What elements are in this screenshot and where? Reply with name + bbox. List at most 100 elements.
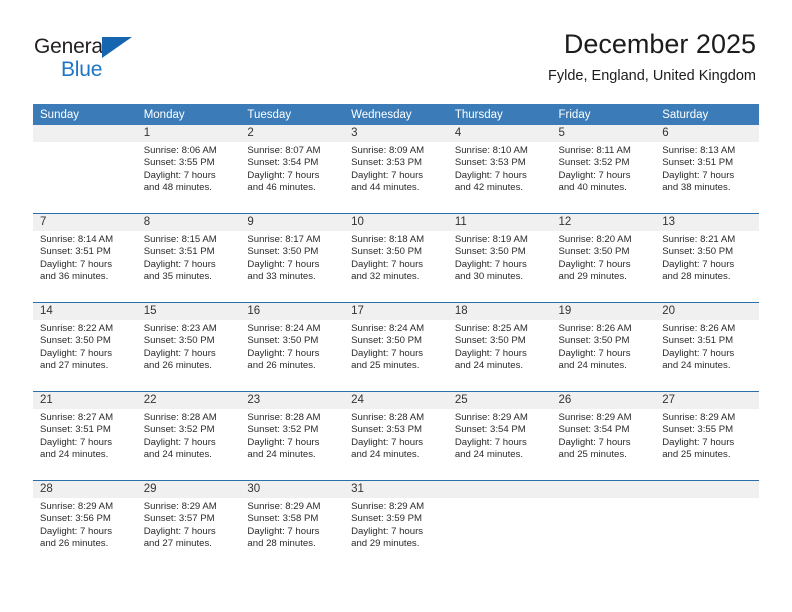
daylight-duration-line2: and 42 minutes. <box>454 181 524 193</box>
sunrise-time: Sunrise: 8:18 AM <box>351 234 425 245</box>
daylight-duration-line1: Daylight: 7 hours <box>351 525 424 537</box>
calendar-cell: 29 Sunrise: 8:29 AM Sunset: 3:57 PM Dayligh… <box>136 480 241 569</box>
calendar-cell: 7 Sunrise: 8:14 AM Sunset: 3:51 PM Daylight… <box>33 213 137 303</box>
day-cell[interactable]: 22 Sunrise: 8:28 AM Sunset: 3:52 PM Dayligh… <box>136 392 241 480</box>
daylight-duration-line1: Daylight: 7 hours <box>558 169 631 181</box>
day-cell[interactable]: 18 Sunrise: 8:25 AM Sunset: 3:50 PM Dayligh… <box>447 303 552 391</box>
calendar-cell: 25 Sunrise: 8:29 AM Sunset: 3:54 PM Dayligh… <box>447 391 552 481</box>
sunset-time: Sunset: 3:50 PM <box>662 246 734 258</box>
day-cell[interactable]: 13 Sunrise: 8:21 AM Sunset: 3:50 PM Dayligh… <box>655 214 759 302</box>
day-number: 18 <box>447 303 552 320</box>
calendar-cell: 21 Sunrise: 8:27 AM Sunset: 3:51 PM Dayligh… <box>33 391 137 481</box>
daylight-duration-line2: and 38 minutes. <box>662 181 731 193</box>
daylight-duration-line2: and 25 minutes. <box>351 359 420 371</box>
daylight-duration-line2: and 24 minutes. <box>558 359 627 371</box>
day-cell[interactable]: 14 Sunrise: 8:22 AM Sunset: 3:50 PM Dayligh… <box>33 303 137 391</box>
sunrise-time: Sunrise: 8:11 AM <box>558 145 631 156</box>
sunset-time: Sunset: 3:51 PM <box>662 335 734 347</box>
day-cell[interactable]: 4 Sunrise: 8:10 AM Sunset: 3:53 PM Daylight… <box>447 125 552 213</box>
logo-top-row: General <box>34 34 164 59</box>
daylight-duration-line1: Daylight: 7 hours <box>143 169 216 181</box>
calendar-cell: 8 Sunrise: 8:15 AM Sunset: 3:51 PM Daylight… <box>136 213 241 303</box>
day-details: Sunrise: 8:20 AM Sunset: 3:50 PM Daylight:… <box>552 231 656 283</box>
day-details <box>655 498 759 501</box>
day-cell[interactable]: 3 Sunrise: 8:09 AM Sunset: 3:53 PM Daylight… <box>344 125 448 213</box>
weekday-header-saturday: Saturday <box>655 104 759 125</box>
day-cell[interactable]: 27 Sunrise: 8:29 AM Sunset: 3:55 PM Dayligh… <box>655 392 759 480</box>
day-details: Sunrise: 8:28 AM Sunset: 3:52 PM Daylight:… <box>137 409 241 461</box>
calendar-cell: 13 Sunrise: 8:21 AM Sunset: 3:50 PM Dayligh… <box>655 213 759 303</box>
daylight-duration-line1: Daylight: 7 hours <box>454 258 527 270</box>
day-details <box>448 498 552 501</box>
day-number: 29 <box>136 481 241 498</box>
day-cell[interactable]: 21 Sunrise: 8:27 AM Sunset: 3:51 PM Dayligh… <box>33 392 137 480</box>
day-details: Sunrise: 8:19 AM Sunset: 3:50 PM Daylight:… <box>448 231 552 283</box>
day-details: Sunrise: 8:15 AM Sunset: 3:51 PM Daylight:… <box>137 231 241 283</box>
day-number: 24 <box>344 392 448 409</box>
day-cell[interactable]: 31 Sunrise: 8:29 AM Sunset: 3:59 PM Dayligh… <box>344 481 448 569</box>
sunset-time: Sunset: 3:52 PM <box>247 424 319 436</box>
sunrise-time: Sunrise: 8:28 AM <box>143 412 217 423</box>
calendar-cell: 2 Sunrise: 8:07 AM Sunset: 3:54 PM Daylight… <box>240 125 345 214</box>
day-details: Sunrise: 8:24 AM Sunset: 3:50 PM Daylight:… <box>240 320 344 372</box>
day-cell[interactable]: 30 Sunrise: 8:29 AM Sunset: 3:58 PM Dayligh… <box>240 481 345 569</box>
day-cell[interactable]: 26 Sunrise: 8:29 AM Sunset: 3:54 PM Dayligh… <box>551 392 656 480</box>
day-cell[interactable]: 20 Sunrise: 8:26 AM Sunset: 3:51 PM Dayligh… <box>655 303 759 391</box>
day-details: Sunrise: 8:13 AM Sunset: 3:51 PM Daylight:… <box>655 142 759 194</box>
day-cell[interactable]: 19 Sunrise: 8:26 AM Sunset: 3:50 PM Dayligh… <box>551 303 656 391</box>
calendar-cell: 28 Sunrise: 8:29 AM Sunset: 3:56 PM Dayligh… <box>33 480 137 569</box>
sunrise-time: Sunrise: 8:24 AM <box>247 323 321 334</box>
daylight-duration-line1: Daylight: 7 hours <box>143 258 216 270</box>
sunset-time: Sunset: 3:53 PM <box>351 157 423 169</box>
day-cell[interactable]: 29 Sunrise: 8:29 AM Sunset: 3:57 PM Dayligh… <box>136 481 241 569</box>
day-details: Sunrise: 8:29 AM Sunset: 3:55 PM Daylight:… <box>655 409 759 461</box>
day-cell[interactable]: 7 Sunrise: 8:14 AM Sunset: 3:51 PM Daylight… <box>33 214 137 302</box>
daylight-duration-line1: Daylight: 7 hours <box>662 258 735 270</box>
daylight-duration-line1: Daylight: 7 hours <box>662 169 735 181</box>
day-cell[interactable]: 17 Sunrise: 8:24 AM Sunset: 3:50 PM Dayligh… <box>344 303 448 391</box>
daylight-duration-line1: Daylight: 7 hours <box>143 347 216 359</box>
sunrise-time: Sunrise: 8:29 AM <box>247 501 321 512</box>
daylight-duration-line2: and 26 minutes. <box>40 537 109 549</box>
day-number: 22 <box>136 392 241 409</box>
day-details <box>552 498 656 501</box>
day-cell[interactable]: 16 Sunrise: 8:24 AM Sunset: 3:50 PM Dayligh… <box>240 303 345 391</box>
day-details: Sunrise: 8:29 AM Sunset: 3:57 PM Daylight:… <box>137 498 241 550</box>
day-number: 28 <box>33 481 137 498</box>
day-cell[interactable]: 6 Sunrise: 8:13 AM Sunset: 3:51 PM Daylight… <box>655 125 759 213</box>
daylight-duration-line2: and 26 minutes. <box>247 359 316 371</box>
calendar-week-row: 21 Sunrise: 8:27 AM Sunset: 3:51 PM Dayligh… <box>33 391 759 481</box>
daylight-duration-line1: Daylight: 7 hours <box>247 436 320 448</box>
sunrise-time: Sunrise: 8:29 AM <box>351 501 425 512</box>
daylight-duration-line2: and 26 minutes. <box>143 359 212 371</box>
day-cell[interactable]: 25 Sunrise: 8:29 AM Sunset: 3:54 PM Dayligh… <box>447 392 552 480</box>
day-cell[interactable]: 24 Sunrise: 8:28 AM Sunset: 3:53 PM Dayligh… <box>344 392 448 480</box>
day-cell[interactable]: 5 Sunrise: 8:11 AM Sunset: 3:52 PM Daylight… <box>551 125 656 213</box>
sunrise-time: Sunrise: 8:22 AM <box>40 323 114 334</box>
day-cell[interactable]: 23 Sunrise: 8:28 AM Sunset: 3:52 PM Dayligh… <box>240 392 345 480</box>
day-cell[interactable]: 28 Sunrise: 8:29 AM Sunset: 3:56 PM Dayligh… <box>33 481 137 569</box>
day-cell[interactable]: 9 Sunrise: 8:17 AM Sunset: 3:50 PM Daylight… <box>240 214 345 302</box>
calendar-table: Sunday Monday Tuesday Wednesday Thursday… <box>33 104 759 569</box>
day-number: 12 <box>551 214 656 231</box>
page-header: General Blue December 2025 Fylde, Englan… <box>0 0 792 100</box>
day-cell[interactable]: 1 Sunrise: 8:06 AM Sunset: 3:55 PM Daylight… <box>136 125 241 213</box>
calendar-cell: 12 Sunrise: 8:20 AM Sunset: 3:50 PM Dayligh… <box>551 213 656 303</box>
calendar-cell: 11 Sunrise: 8:19 AM Sunset: 3:50 PM Dayligh… <box>447 213 552 303</box>
sunset-time: Sunset: 3:50 PM <box>454 246 526 258</box>
day-cell[interactable]: 11 Sunrise: 8:19 AM Sunset: 3:50 PM Dayligh… <box>447 214 552 302</box>
day-cell[interactable]: 12 Sunrise: 8:20 AM Sunset: 3:50 PM Dayligh… <box>551 214 656 302</box>
daylight-duration-line2: and 24 minutes. <box>351 448 420 460</box>
daylight-duration-line2: and 24 minutes. <box>662 359 731 371</box>
day-cell[interactable]: 2 Sunrise: 8:07 AM Sunset: 3:54 PM Daylight… <box>240 125 345 213</box>
calendar-cell <box>447 480 552 569</box>
sunset-time: Sunset: 3:59 PM <box>351 513 423 525</box>
day-cell[interactable]: 10 Sunrise: 8:18 AM Sunset: 3:50 PM Dayligh… <box>344 214 448 302</box>
day-cell[interactable]: 8 Sunrise: 8:15 AM Sunset: 3:51 PM Daylight… <box>136 214 241 302</box>
day-cell[interactable]: 15 Sunrise: 8:23 AM Sunset: 3:50 PM Dayligh… <box>136 303 241 391</box>
daylight-duration-line1: Daylight: 7 hours <box>351 347 424 359</box>
page-title: December 2025 <box>563 29 756 59</box>
sunset-time: Sunset: 3:50 PM <box>351 246 423 258</box>
day-cell-empty <box>551 481 656 569</box>
calendar-week-row: 28 Sunrise: 8:29 AM Sunset: 3:56 PM Dayligh… <box>33 480 759 569</box>
